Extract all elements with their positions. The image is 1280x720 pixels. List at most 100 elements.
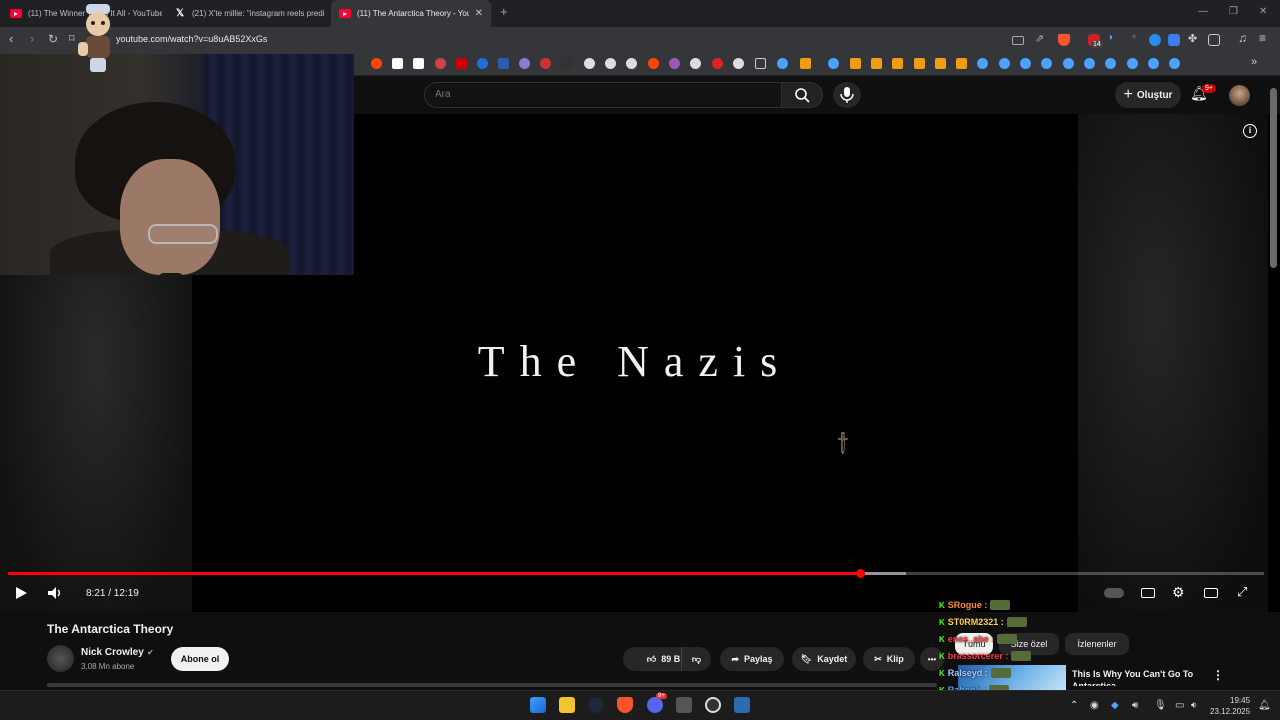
bookmark-icon[interactable] bbox=[871, 58, 882, 69]
more-bookmarks-icon[interactable]: » bbox=[1251, 56, 1257, 68]
globe-icon[interactable] bbox=[733, 58, 744, 69]
menu-icon[interactable]: ≡ bbox=[1259, 31, 1271, 45]
tray-steam-icon[interactable]: ◆ bbox=[1111, 700, 1119, 711]
steam-icon[interactable] bbox=[588, 697, 604, 713]
bookmark-icon[interactable] bbox=[669, 58, 680, 69]
notification-center-icon[interactable]: 🔔︎ bbox=[1258, 700, 1271, 711]
tray-app-icon[interactable]: ◉ bbox=[1090, 700, 1099, 711]
channel-avatar[interactable] bbox=[47, 645, 74, 672]
channel-name[interactable]: Nick Crowley bbox=[81, 647, 144, 658]
bookmark-icon[interactable] bbox=[800, 58, 811, 69]
obs-icon[interactable] bbox=[705, 697, 721, 713]
bookmark-icon[interactable] bbox=[456, 58, 467, 69]
related-more-icon[interactable]: ⋮ bbox=[1212, 668, 1224, 682]
steam-icon[interactable] bbox=[977, 58, 988, 69]
wave-extension-icon[interactable]: ◗ bbox=[1108, 32, 1120, 44]
bookmark-icon[interactable] bbox=[540, 58, 551, 69]
extension-icon[interactable]: ✦ bbox=[1130, 32, 1142, 44]
tray-speaker-icon[interactable]: 🔊︎ bbox=[1132, 700, 1138, 711]
steam-icon[interactable] bbox=[1127, 58, 1138, 69]
search-button[interactable] bbox=[781, 82, 823, 108]
bookmark-icon[interactable] bbox=[498, 58, 509, 69]
folder-icon[interactable] bbox=[755, 58, 766, 69]
info-icon[interactable]: i bbox=[1243, 124, 1257, 138]
dislike-button[interactable]: 👎︎ bbox=[681, 647, 711, 671]
steam-icon[interactable] bbox=[1041, 58, 1052, 69]
steam-icon[interactable] bbox=[999, 58, 1010, 69]
clock[interactable]: 19:45 23.12.2025 bbox=[1210, 695, 1250, 717]
sidebar-icon[interactable] bbox=[1208, 34, 1220, 46]
back-icon[interactable]: ‹ bbox=[9, 32, 13, 46]
reddit-icon[interactable] bbox=[648, 58, 659, 69]
app-icon[interactable] bbox=[676, 697, 692, 713]
tab-x-post[interactable]: 𝕏 (21) X'te millie: "instagram reels pre… bbox=[166, 0, 328, 27]
avatar[interactable] bbox=[1229, 85, 1250, 106]
bookmark-icon[interactable] bbox=[850, 58, 861, 69]
bookmark-icon[interactable] bbox=[892, 58, 903, 69]
minimize-icon[interactable]: — bbox=[1198, 6, 1208, 17]
puzzle-icon[interactable]: ✤ bbox=[1188, 32, 1200, 45]
progress-bar[interactable] bbox=[8, 569, 1264, 578]
close-window-icon[interactable]: ✕ bbox=[1259, 6, 1267, 17]
tray-volume-icon[interactable]: 🔉︎ bbox=[1191, 700, 1197, 711]
share-page-icon[interactable]: ⇗ bbox=[1035, 32, 1047, 45]
search-box[interactable] bbox=[424, 82, 782, 108]
file-explorer-icon[interactable] bbox=[559, 697, 575, 713]
steam-icon[interactable] bbox=[1063, 58, 1074, 69]
discord-icon[interactable] bbox=[647, 697, 663, 713]
tab-antarctica-theory[interactable]: (11) The Antarctica Theory - YouTube ✕ bbox=[331, 0, 491, 27]
close-tab-icon[interactable]: ✕ bbox=[475, 8, 483, 19]
search-input[interactable] bbox=[435, 89, 765, 100]
brave-icon[interactable] bbox=[617, 697, 633, 713]
steam-icon[interactable] bbox=[777, 58, 788, 69]
globe-icon[interactable] bbox=[626, 58, 637, 69]
volume-icon[interactable] bbox=[47, 586, 63, 600]
steam-icon[interactable] bbox=[1084, 58, 1095, 69]
bookmark-icon[interactable] bbox=[914, 58, 925, 69]
steam-icon[interactable] bbox=[1169, 58, 1180, 69]
fullscreen-icon[interactable]: ⤢ bbox=[1237, 584, 1247, 600]
new-tab-button[interactable]: + bbox=[500, 4, 508, 19]
bookmark-icon[interactable] bbox=[392, 58, 403, 69]
save-button[interactable]: 🔖︎ Kaydet bbox=[792, 647, 856, 671]
steam-icon[interactable] bbox=[1020, 58, 1031, 69]
subtitles-icon[interactable] bbox=[1141, 588, 1155, 598]
windows-start-icon[interactable] bbox=[530, 697, 546, 713]
bookmark-icon[interactable] bbox=[935, 58, 946, 69]
url-field[interactable]: youtube.com/watch?v=u8uAB52XxGs bbox=[116, 34, 267, 44]
reddit-icon[interactable] bbox=[371, 58, 382, 69]
settings-icon[interactable]: ⚙︎ bbox=[1172, 584, 1185, 601]
subscribe-button[interactable]: Abone ol bbox=[171, 647, 229, 671]
kick-icon[interactable] bbox=[562, 58, 573, 69]
autoplay-toggle[interactable] bbox=[1104, 588, 1124, 598]
play-icon[interactable] bbox=[14, 586, 28, 600]
globe-icon[interactable] bbox=[690, 58, 701, 69]
steam-icon[interactable] bbox=[1148, 58, 1159, 69]
page-scrollbar[interactable] bbox=[1270, 88, 1277, 268]
steam-icon[interactable] bbox=[828, 58, 839, 69]
share-button[interactable]: ➦ Paylaş bbox=[720, 647, 784, 671]
tray-mic-icon[interactable]: 🎙︎ bbox=[1154, 700, 1167, 711]
related-video-title[interactable]: This Is Why You Can't Go To Antarctica bbox=[1072, 668, 1212, 686]
app-icon[interactable] bbox=[734, 697, 750, 713]
bookmark-icon[interactable] bbox=[956, 58, 967, 69]
media-icon[interactable]: ♫ bbox=[1238, 31, 1250, 45]
reload-icon[interactable]: ↻ bbox=[48, 32, 58, 46]
bookmark-icon[interactable] bbox=[712, 58, 723, 69]
clip-button[interactable]: ✂ Klip bbox=[863, 647, 915, 671]
bookmark-icon[interactable] bbox=[435, 58, 446, 69]
scrubber-handle[interactable] bbox=[855, 569, 865, 578]
amazon-icon[interactable] bbox=[413, 58, 424, 69]
brave-shield-icon[interactable] bbox=[1058, 34, 1070, 46]
tray-chevron-icon[interactable]: ⌃ bbox=[1070, 700, 1078, 711]
forward-icon[interactable]: › bbox=[30, 32, 34, 46]
globe-icon[interactable] bbox=[605, 58, 616, 69]
tray-network-icon[interactable]: ▭ bbox=[1175, 700, 1184, 711]
bookmark-icon[interactable] bbox=[477, 58, 488, 69]
steam-icon[interactable] bbox=[1105, 58, 1116, 69]
restore-icon[interactable]: ❐ bbox=[1229, 6, 1238, 17]
create-button[interactable]: + Oluştur bbox=[1115, 82, 1181, 108]
extension-icon[interactable] bbox=[1149, 34, 1161, 46]
bookmark-icon[interactable]: ⌑ bbox=[69, 32, 75, 46]
voice-search-button[interactable] bbox=[833, 82, 861, 108]
